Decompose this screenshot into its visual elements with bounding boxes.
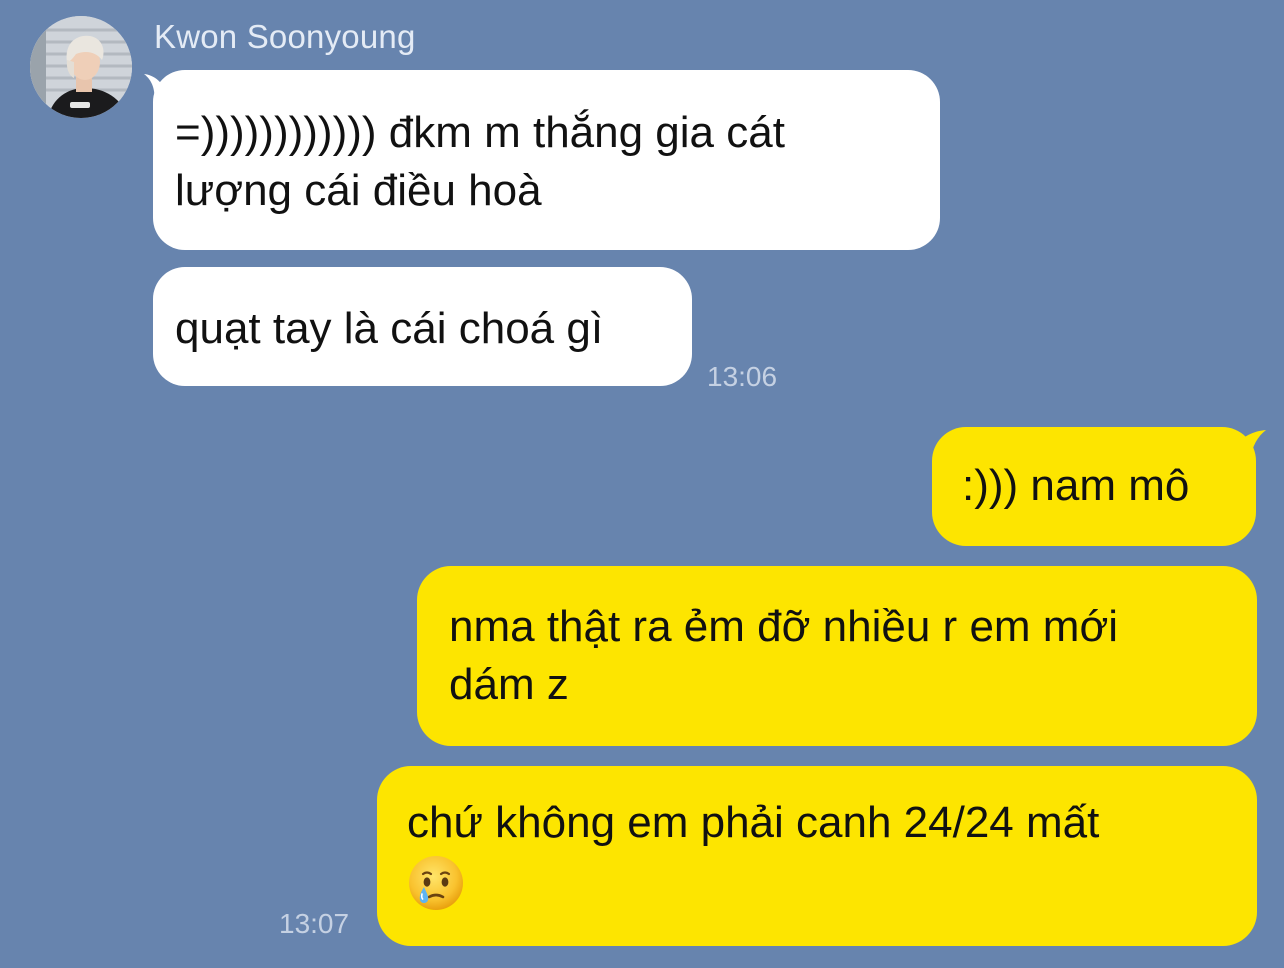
contact-avatar[interactable] [30,16,132,118]
chat-window: Kwon Soonyoung =)))))))))))) đkm m thắng… [0,0,1284,968]
face-holding-back-tears-icon [409,856,463,910]
message-text-line: nma thật ra ẻm đỡ nhiều r em mới [449,602,1119,651]
avatar-photo-icon [30,16,132,118]
message-text-line: =)))))))))))) đkm m thắng gia cát [175,108,785,157]
message-bubble-incoming[interactable]: =)))))))))))) đkm m thắng gia cát lượng … [153,70,940,250]
message-bubble-outgoing[interactable]: nma thật ra ẻm đỡ nhiều r em mới dám z [417,566,1257,746]
message-text-line: chứ không em phải canh 24/24 mất [407,798,1100,847]
message-text-line: quạt tay là cái choá gì [175,304,604,353]
message-bubble-incoming[interactable]: quạt tay là cái choá gì [153,267,692,386]
message-bubble-outgoing[interactable]: chứ không em phải canh 24/24 mất [377,766,1257,946]
message-timestamp: 13:07 [279,908,350,939]
contact-name: Kwon Soonyoung [154,18,416,55]
message-bubble-outgoing[interactable]: :))) nam mô [932,427,1256,546]
message-timestamp: 13:06 [707,361,778,392]
message-text-line: dám z [449,660,569,709]
message-text-line: :))) nam mô [962,461,1190,510]
message-text-line: lượng cái điều hoà [175,166,542,215]
message-text-line-2 [407,852,1257,910]
